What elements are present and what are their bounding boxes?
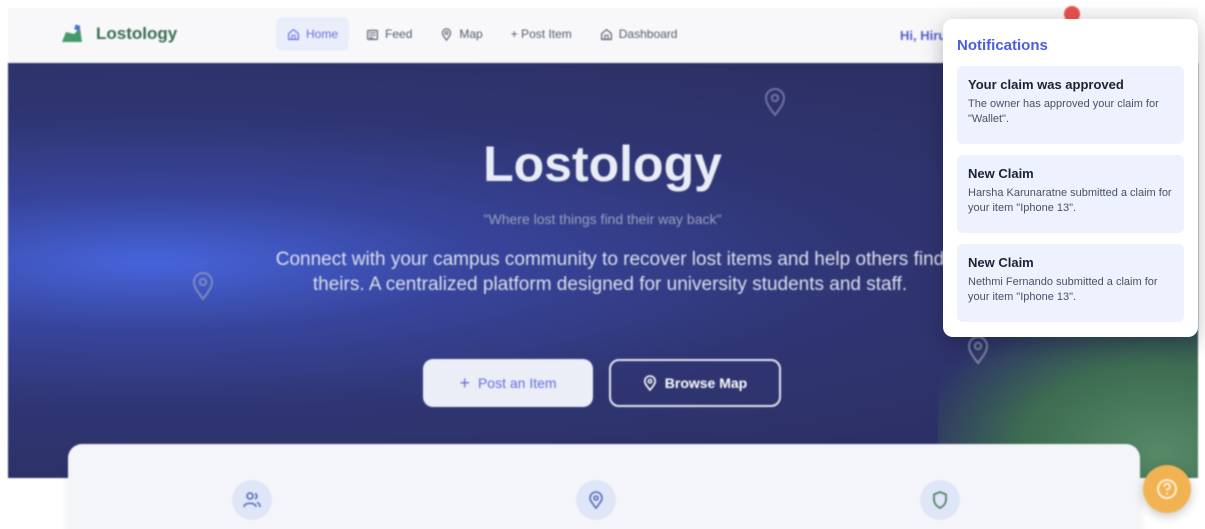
- notification-item[interactable]: New Claim Harsha Karunaratne submitted a…: [957, 155, 1184, 233]
- notification-title: Your claim was approved: [968, 77, 1124, 92]
- notification-item[interactable]: Your claim was approved The owner has ap…: [957, 66, 1184, 144]
- notification-body: The owner has approved your claim for "W…: [968, 98, 1159, 125]
- notification-title: New Claim: [968, 166, 1034, 181]
- notifications-title: Notifications: [957, 37, 1048, 54]
- notification-body: Harsha Karunaratne submitted a claim for…: [968, 187, 1172, 214]
- notifications-panel: Notifications Your claim was approved Th…: [943, 19, 1198, 337]
- notification-body: Nethmi Fernando submitted a claim for yo…: [968, 276, 1158, 303]
- notification-title: New Claim: [968, 255, 1034, 270]
- notification-item[interactable]: New Claim Nethmi Fernando submitted a cl…: [957, 244, 1184, 322]
